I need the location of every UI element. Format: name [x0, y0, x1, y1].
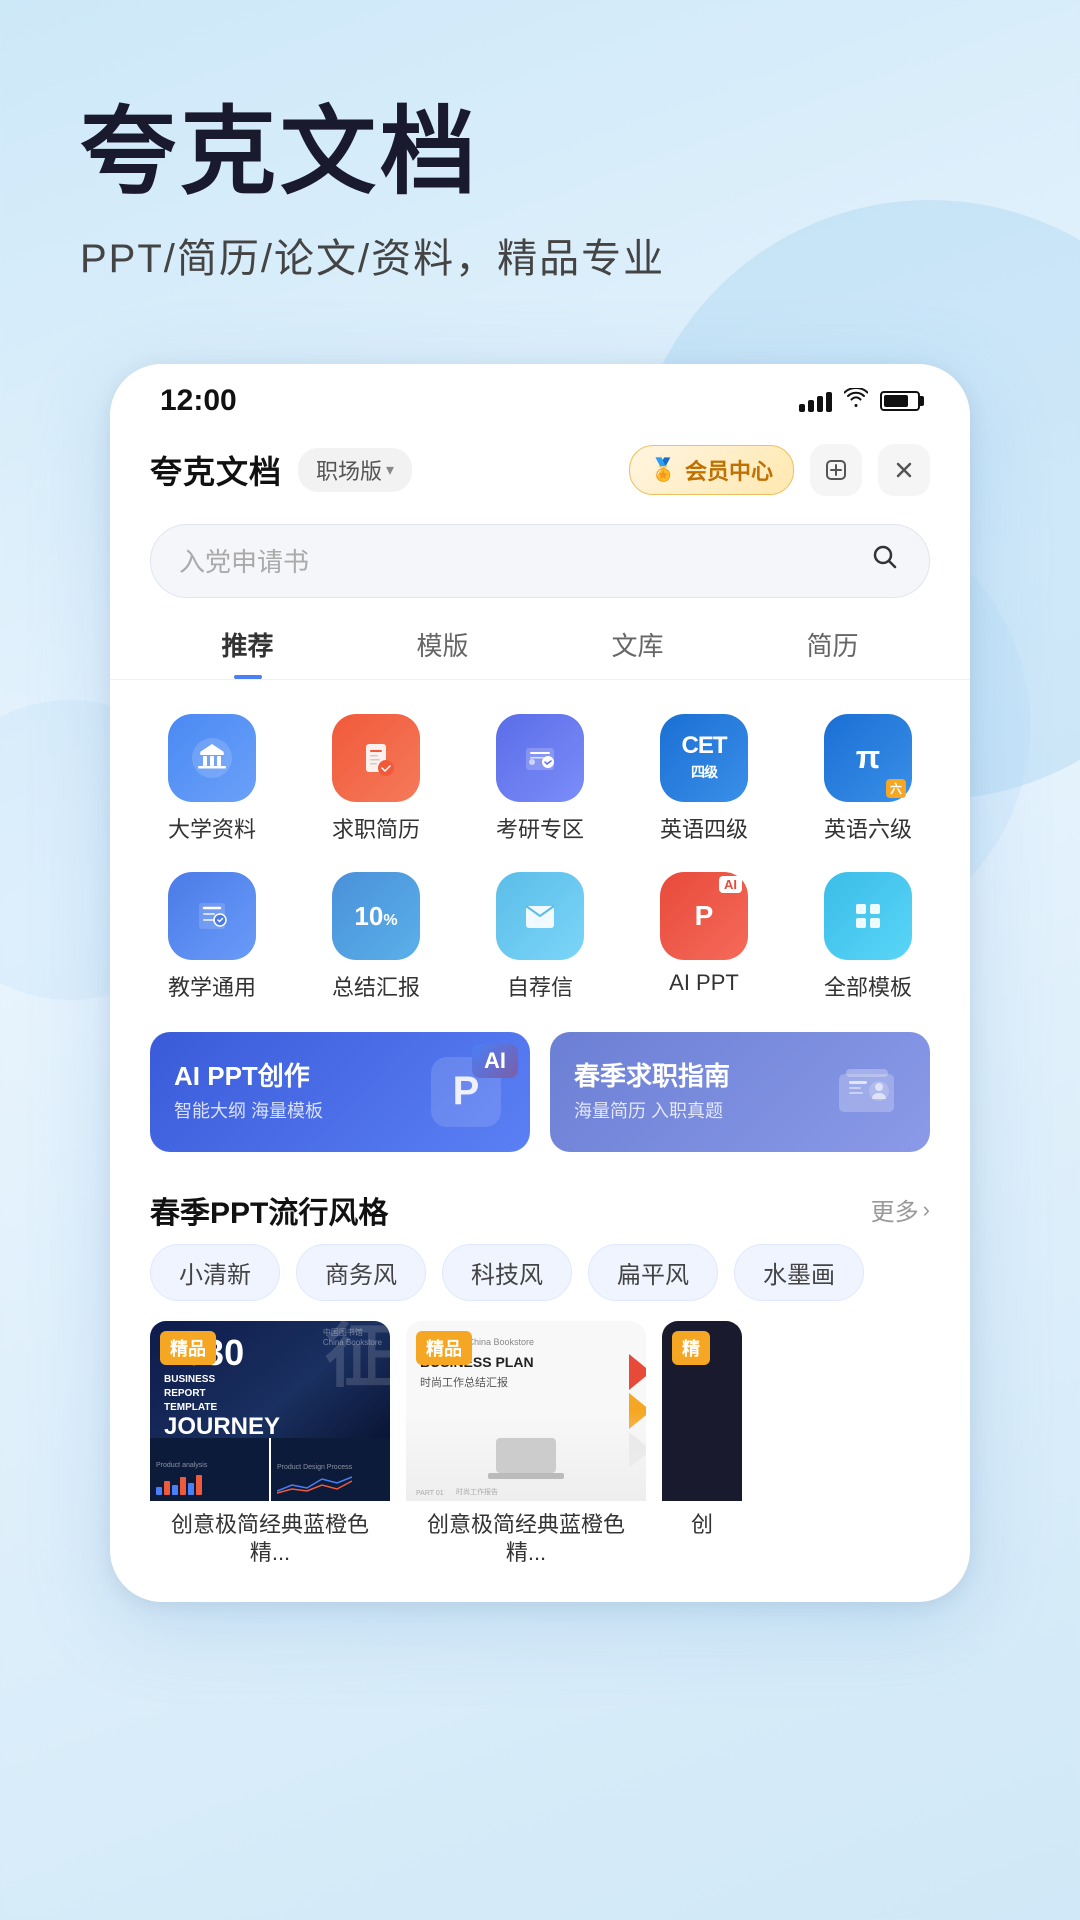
tab-recommend[interactable]: 推荐: [150, 614, 345, 679]
battery-icon: [880, 391, 920, 411]
template-grid: 精品 2030 BUSINESSREPORTTEMPLATE JOURNEY 征…: [110, 1321, 970, 1572]
chevron-right-icon: ›: [923, 1197, 930, 1223]
template-title-1: 创意极简经典蓝橙色精...: [150, 1501, 390, 1572]
shortcut-postgrad[interactable]: 考研专区: [458, 704, 622, 854]
banner-subtitle: 海量简历 入职真题: [574, 1097, 826, 1123]
banner-spring-job[interactable]: 春季求职指南 海量简历 入职真题: [550, 1032, 930, 1152]
tab-library[interactable]: 文库: [540, 614, 735, 679]
ai-badge: AI: [472, 1044, 518, 1078]
shortcut-label: 英语六级: [824, 812, 912, 844]
style-tag-ink[interactable]: 水墨画: [734, 1244, 864, 1301]
tab-template[interactable]: 模版: [345, 614, 540, 679]
shortcut-label: 全部模板: [824, 970, 912, 1002]
vip-center-button[interactable]: 🏅 会员中心: [629, 445, 794, 495]
section-title: 春季PPT流行风格: [150, 1188, 871, 1232]
shortcut-label: 大学资料: [168, 812, 256, 844]
phone-mockup: 12:00 夸克文档 职场版: [110, 364, 970, 1602]
banner-row: AI PPT创作 智能大纲 海量模板 P AI 春季求职指南 海量简历 入职真题: [110, 1020, 970, 1172]
premium-badge-3: 精: [672, 1331, 710, 1365]
shortcut-label: 考研专区: [496, 812, 584, 844]
hero-section: 夸克文档 PPT/简历/论文/资料，精品专业: [0, 0, 1080, 344]
vip-icon: 🏅: [650, 457, 677, 483]
search-bar[interactable]: 入党申请书: [150, 524, 930, 598]
premium-badge-2: 精品: [416, 1331, 472, 1365]
shortcut-teaching[interactable]: 教学通用: [130, 862, 294, 1012]
banner-text: AI PPT创作 智能大纲 海量模板: [174, 1060, 426, 1124]
shortcut-grid: 大学资料 求职简历: [110, 704, 970, 1012]
template-card-2[interactable]: 精品 中文图书馆 China Bookstore BUSINESS PLAN 时…: [406, 1321, 646, 1572]
section-more-button[interactable]: 更多 ›: [871, 1192, 930, 1227]
template-thumb-1: 精品 2030 BUSINESSREPORTTEMPLATE JOURNEY 征…: [150, 1321, 390, 1501]
premium-badge: 精品: [160, 1331, 216, 1365]
shortcut-label: AI PPT: [669, 970, 739, 996]
template-title-2: 创意极简经典蓝橙色精...: [406, 1501, 646, 1572]
nav-tabs: 推荐 模版 文库 简历: [110, 614, 970, 680]
shortcut-label: 总结汇报: [332, 970, 420, 1002]
add-button[interactable]: [810, 444, 862, 496]
shortcut-label: 教学通用: [168, 970, 256, 1002]
shortcut-cet6[interactable]: π 六 英语六级: [786, 704, 950, 854]
banner-icon: [826, 1059, 906, 1124]
app-logo: 夸克文档: [150, 447, 282, 493]
banner-title: AI PPT创作: [174, 1060, 426, 1094]
wifi-icon: [844, 388, 868, 414]
template-title-3: 创: [662, 1501, 742, 1544]
app-header: 夸克文档 职场版 ▾ 🏅 会员中心: [110, 428, 970, 512]
status-bar: 12:00: [110, 364, 970, 428]
shortcut-label: 求职简历: [332, 812, 420, 844]
status-time: 12:00: [160, 384, 237, 418]
hero-subtitle: PPT/简历/论文/资料，精品专业: [80, 226, 1000, 284]
banner-subtitle: 智能大纲 海量模板: [174, 1097, 426, 1123]
signal-icon: [799, 390, 832, 412]
template-thumb-3: 精: [662, 1321, 742, 1501]
status-icons: [799, 388, 920, 414]
version-badge[interactable]: 职场版 ▾: [298, 448, 412, 492]
shortcut-label: 英语四级: [660, 812, 748, 844]
chevron-down-icon: ▾: [386, 460, 394, 480]
tab-resume[interactable]: 简历: [735, 614, 930, 679]
search-input[interactable]: 入党申请书: [179, 542, 857, 579]
shortcut-cover-letter[interactable]: 自荐信: [458, 862, 622, 1012]
banner-text: 春季求职指南 海量简历 入职真题: [574, 1060, 826, 1124]
shortcut-resume[interactable]: 求职简历: [294, 704, 458, 854]
style-tag-tech[interactable]: 科技风: [442, 1244, 572, 1301]
shortcut-ai-ppt[interactable]: P AI AI PPT: [622, 862, 786, 1012]
template-thumb-2: 精品 中文图书馆 China Bookstore BUSINESS PLAN 时…: [406, 1321, 646, 1501]
style-tag-business[interactable]: 商务风: [296, 1244, 426, 1301]
shortcut-university[interactable]: 大学资料: [130, 704, 294, 854]
shortcut-all-templates[interactable]: 全部模板: [786, 862, 950, 1012]
banner-title: 春季求职指南: [574, 1060, 826, 1094]
template-card-3[interactable]: 精 创: [662, 1321, 742, 1572]
style-tag-fresh[interactable]: 小清新: [150, 1244, 280, 1301]
shortcut-label: 自荐信: [507, 970, 573, 1002]
search-icon[interactable]: [869, 541, 901, 581]
close-button[interactable]: [878, 444, 930, 496]
shortcut-summary[interactable]: 10% 总结汇报: [294, 862, 458, 1012]
section-header: 春季PPT流行风格 更多 ›: [110, 1172, 970, 1244]
hero-title: 夸克文档: [80, 100, 1000, 206]
template-card-1[interactable]: 精品 2030 BUSINESSREPORTTEMPLATE JOURNEY 征…: [150, 1321, 390, 1572]
style-tag-list: 小清新 商务风 科技风 扁平风 水墨画: [110, 1244, 970, 1321]
banner-ai-ppt[interactable]: AI PPT创作 智能大纲 海量模板 P AI: [150, 1032, 530, 1152]
style-tag-flat[interactable]: 扁平风: [588, 1244, 718, 1301]
shortcut-cet4[interactable]: CET四级 英语四级: [622, 704, 786, 854]
